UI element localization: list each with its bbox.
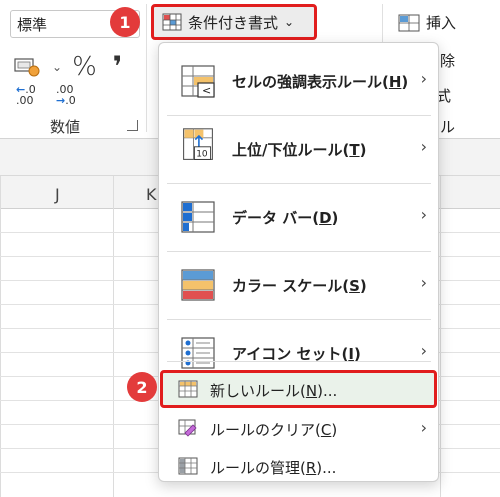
conditional-formatting-icon bbox=[162, 13, 182, 31]
menu-separator bbox=[167, 183, 431, 184]
chevron-down-icon[interactable]: ⌄ bbox=[52, 60, 62, 74]
dialog-launcher-icon[interactable] bbox=[127, 120, 138, 131]
chevron-right-icon: › bbox=[420, 418, 427, 437]
menu-item-label: セルの強調表示ルール(H) bbox=[232, 73, 409, 91]
cells-group-label-partial: ル bbox=[440, 118, 456, 136]
delete-label-partial[interactable]: 除 bbox=[440, 50, 455, 71]
menu-separator bbox=[167, 115, 431, 116]
ribbon-separator bbox=[146, 4, 147, 132]
new-rule-icon bbox=[178, 380, 198, 398]
chevron-right-icon: › bbox=[420, 205, 427, 224]
svg-text:<: < bbox=[202, 84, 211, 97]
menu-item-label: 新しいルール(N)... bbox=[210, 382, 338, 400]
accounting-format-icon[interactable] bbox=[14, 56, 42, 78]
menu-item-label: カラー スケール(S) bbox=[232, 277, 367, 295]
chevron-right-icon: › bbox=[420, 273, 427, 292]
menu-item-new-rule[interactable]: 新しいルール(N)... bbox=[160, 372, 437, 406]
menu-item-color-scales[interactable]: カラー スケール(S) › bbox=[160, 253, 437, 317]
menu-item-label: データ バー(D) bbox=[232, 209, 339, 227]
step-badge-2: 2 bbox=[127, 372, 157, 402]
manage-rules-icon bbox=[178, 457, 198, 475]
menu-item-label: 上位/下位ルール(T) bbox=[232, 141, 367, 159]
menu-item-highlight-cells-rules[interactable]: < セルの強調表示ルール(H) › bbox=[160, 49, 437, 113]
percent-style-button[interactable]: % bbox=[72, 52, 97, 82]
comma-style-button[interactable]: ❜ bbox=[113, 50, 123, 83]
menu-separator bbox=[167, 319, 431, 320]
highlight-cells-rules-icon: < bbox=[181, 65, 215, 98]
menu-item-top-bottom-rules[interactable]: 10 上位/下位ルール(T) › bbox=[160, 117, 437, 181]
data-bars-icon bbox=[181, 201, 215, 233]
clear-rules-icon bbox=[178, 419, 197, 437]
chevron-right-icon: › bbox=[420, 69, 427, 88]
svg-text:10: 10 bbox=[196, 150, 208, 160]
insert-label: 挿入 bbox=[426, 14, 457, 32]
conditional-formatting-label: 条件付き書式 bbox=[188, 13, 279, 32]
decimal-row: ←.0 .00 .00 →.0 bbox=[16, 84, 82, 112]
column-header-k[interactable]: K bbox=[146, 185, 157, 204]
menu-separator bbox=[167, 251, 431, 252]
insert-button[interactable]: 挿入 bbox=[398, 12, 456, 33]
menu-item-data-bars[interactable]: データ バー(D) › bbox=[160, 185, 437, 249]
step-badge-1: 1 bbox=[110, 7, 140, 37]
menu-separator bbox=[167, 361, 431, 362]
menu-item-label: ルールのクリア(C) bbox=[210, 421, 338, 439]
chevron-right-icon: › bbox=[420, 137, 427, 156]
top-bottom-rules-icon: 10 bbox=[183, 128, 213, 160]
color-scales-icon bbox=[181, 269, 215, 301]
menu-item-manage-rules[interactable]: ルールの管理(R)... bbox=[160, 450, 437, 482]
decrease-decimal-button[interactable]: .00 →.0 bbox=[56, 84, 82, 112]
conditional-formatting-button[interactable]: 条件付き書式 ⌄ bbox=[151, 4, 317, 40]
increase-decimal-button[interactable]: ←.0 .00 bbox=[16, 84, 42, 112]
number-format-value: 標準 bbox=[17, 16, 48, 34]
insert-cells-icon bbox=[398, 14, 420, 31]
icon-sets-icon bbox=[181, 337, 215, 369]
arrow-right-icon: → bbox=[56, 94, 66, 107]
chevron-down-icon: ⌄ bbox=[284, 15, 295, 29]
number-group-label: 数値 bbox=[50, 118, 81, 136]
number-format-row: ⌄ % ❜ bbox=[14, 50, 123, 83]
column-header-j[interactable]: J bbox=[55, 185, 60, 204]
chevron-right-icon: › bbox=[420, 341, 427, 360]
menu-item-clear-rules[interactable]: ルールのクリア(C) › bbox=[160, 412, 437, 444]
menu-item-label: ルールの管理(R)... bbox=[210, 459, 337, 477]
